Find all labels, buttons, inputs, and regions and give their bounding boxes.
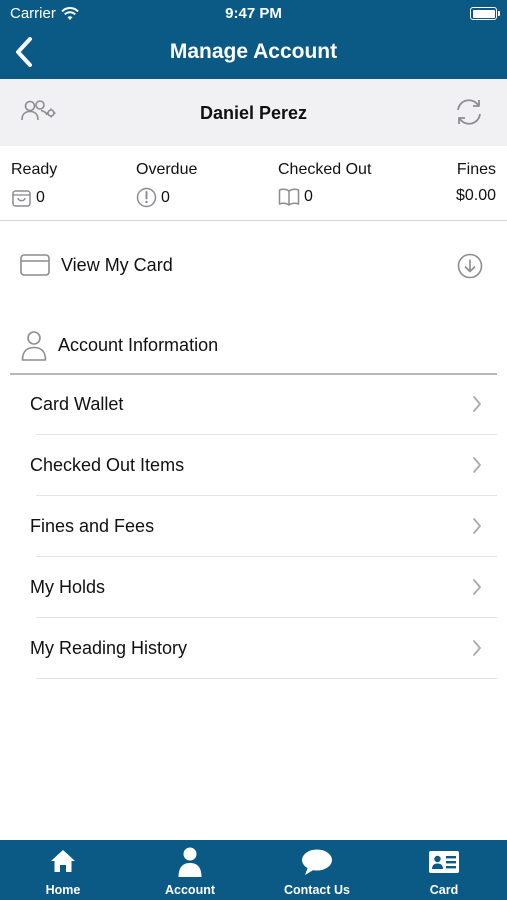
tab-home-label: Home xyxy=(45,883,81,897)
app-header: Carrier 9:47 PM Manage Account xyxy=(0,0,507,79)
account-stats: Ready 0 Overdue 0 Checked Out 0 Fines $0… xyxy=(0,146,507,221)
stat-checked-out-label: Checked Out xyxy=(278,161,372,178)
alert-icon xyxy=(136,187,157,208)
stat-overdue-label: Overdue xyxy=(136,161,198,178)
account-menu: Card Wallet Checked Out Items Fines and … xyxy=(0,374,507,679)
list-item-label: Card Wallet xyxy=(30,394,124,414)
tab-account-label: Account xyxy=(165,883,215,897)
list-item-label: Fines and Fees xyxy=(30,516,155,536)
refresh-icon xyxy=(457,99,481,125)
view-card-label: View My Card xyxy=(61,255,173,275)
menu-item-my-holds[interactable]: My Holds xyxy=(0,557,507,618)
stat-overdue[interactable]: Overdue 0 xyxy=(136,161,197,208)
stat-fines[interactable]: Fines $0.00 xyxy=(456,161,496,205)
account-info-label: Account Information xyxy=(58,335,219,355)
list-item-label: My Holds xyxy=(30,577,106,597)
view-card-row[interactable]: View My Card xyxy=(0,221,507,311)
home-icon xyxy=(51,850,75,872)
tab-account[interactable]: Account xyxy=(127,840,253,900)
menu-item-card-wallet[interactable]: Card Wallet xyxy=(0,374,507,435)
battery-level xyxy=(472,9,495,18)
menu-item-my-reading-history[interactable]: My Reading History xyxy=(0,618,507,679)
page-title: Manage Account xyxy=(169,40,338,63)
status-time: 9:47 PM xyxy=(225,5,282,22)
status-bar: Carrier 9:47 PM xyxy=(0,0,507,28)
stat-fines-value: $0.00 xyxy=(455,187,496,204)
chat-bubble-icon xyxy=(302,849,332,875)
tab-bar: Home Account Contact Us Card xyxy=(0,840,507,900)
bag-icon xyxy=(12,190,31,207)
refresh-button[interactable] xyxy=(453,96,485,133)
row-divider xyxy=(36,678,497,679)
stat-checked-out-value: 0 xyxy=(304,188,313,205)
download-circle-icon[interactable] xyxy=(457,253,483,279)
menu-item-checked-out-items[interactable]: Checked Out Items xyxy=(0,435,507,496)
chevron-right-icon xyxy=(473,457,481,473)
id-card-icon xyxy=(429,851,459,873)
stat-overdue-value: 0 xyxy=(161,188,170,206)
tab-home[interactable]: Home xyxy=(0,840,126,900)
tab-card-label: Card xyxy=(429,883,459,897)
book-icon xyxy=(278,188,300,206)
list-item-label: Checked Out Items xyxy=(30,455,185,475)
person-icon xyxy=(21,331,47,361)
stat-checked-out[interactable]: Checked Out 0 xyxy=(278,161,371,207)
stat-fines-label: Fines xyxy=(456,161,496,178)
tab-card[interactable]: Card xyxy=(381,840,507,900)
account-info-header: Account Information xyxy=(0,320,507,374)
chevron-right-icon xyxy=(473,518,481,534)
chevron-right-icon xyxy=(473,640,481,656)
menu-item-fines-and-fees[interactable]: Fines and Fees xyxy=(0,496,507,557)
tab-contact-us-label: Contact Us xyxy=(284,883,350,897)
profile-name: Daniel Perez xyxy=(199,103,308,123)
list-item-label: My Reading History xyxy=(30,638,188,658)
profile-bar: Daniel Perez xyxy=(0,79,507,146)
chevron-right-icon xyxy=(473,579,481,595)
battery-icon xyxy=(470,7,500,20)
stat-ready-label: Ready xyxy=(11,161,58,178)
chevron-right-icon xyxy=(473,396,481,412)
stat-ready-value: 0 xyxy=(36,188,45,206)
tab-contact-us[interactable]: Contact Us xyxy=(254,840,380,900)
credit-card-icon xyxy=(20,254,50,276)
account-icon xyxy=(178,847,202,877)
stat-ready[interactable]: Ready 0 xyxy=(11,161,57,208)
